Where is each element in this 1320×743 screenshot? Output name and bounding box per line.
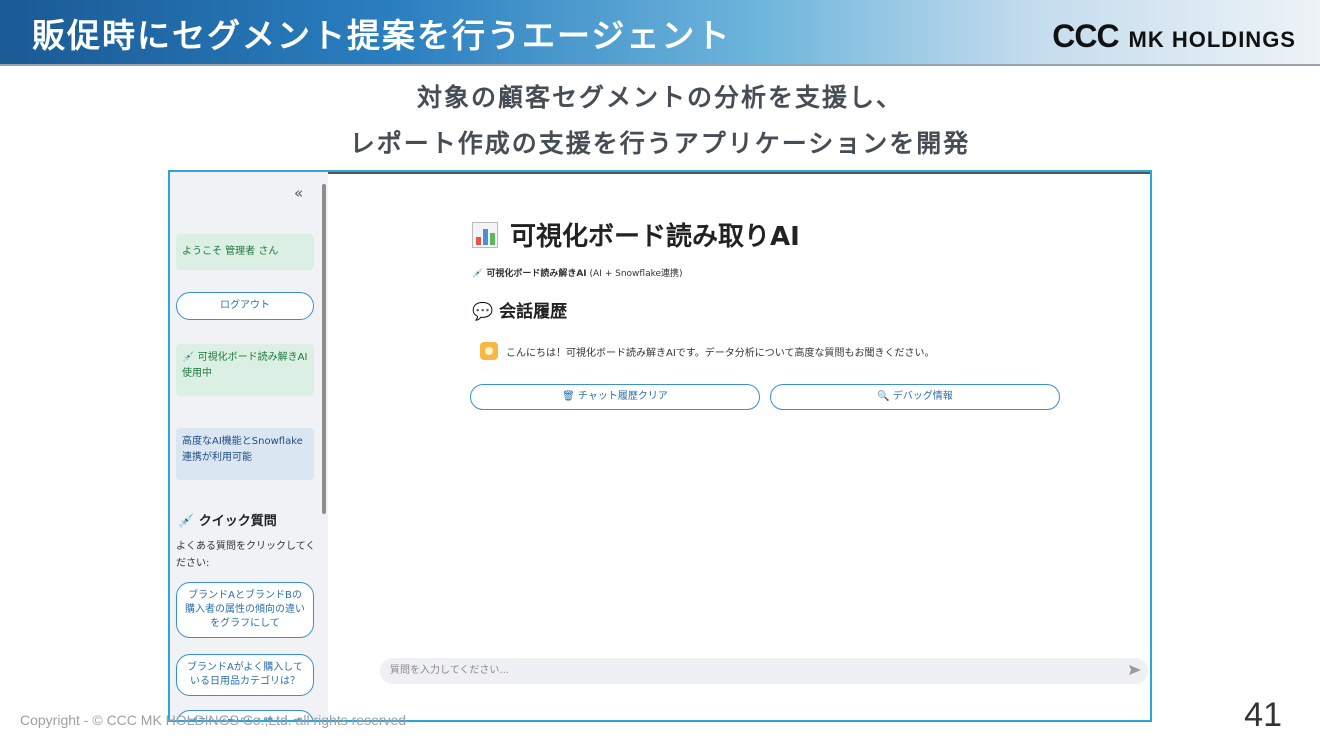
- page-number: 41: [1244, 696, 1282, 734]
- sidebar: « ようこそ 管理者 さん ログアウト 💉 可視化ボード読み解きAI使用中 高度…: [170, 172, 328, 720]
- bar-chart-icon: [472, 221, 498, 248]
- quick-question-button[interactable]: ブランドAとブランドBの購入者の属性の傾向の違いをグラフにして: [176, 582, 314, 638]
- history-heading: 💬 会話履歴: [472, 297, 567, 322]
- logo-ccc-text: CCC: [1052, 18, 1119, 54]
- header-title: 販促時にセグメント提案を行うエージェント: [32, 16, 732, 55]
- collapse-sidebar-icon[interactable]: «: [294, 184, 303, 202]
- app-screenshot-frame: « ようこそ 管理者 さん ログアウト 💉 可視化ボード読み解きAI使用中 高度…: [168, 170, 1152, 722]
- sidebar-scrollbar[interactable]: [322, 184, 326, 514]
- welcome-message: ようこそ 管理者 さん: [176, 234, 314, 270]
- chat-message: こんにちは！可視化ボード読み解きAIです。データ分析について高度な質問もお聞きく…: [480, 342, 935, 360]
- subtitle-line-1: 対象の顧客セグメントの分析を支援し、: [416, 83, 903, 112]
- app-subtitle: 💉 可視化ボード読み解きAI (AI + Snowflake連携): [472, 266, 683, 279]
- copyright-footer: Copyright - © CCC MK HOLDINGS Co.,Ltd. a…: [20, 712, 407, 728]
- quick-questions-title: 💉 クイック質問: [178, 514, 277, 529]
- quick-questions-description: よくある質問をクリックしてください:: [176, 541, 316, 569]
- company-logo: CCC MK HOLDINGS: [1052, 18, 1296, 55]
- quick-question-button[interactable]: ブランドAがよく購入している日用品カテゴリは？: [176, 654, 314, 696]
- header-divider: [0, 64, 1320, 66]
- debug-info-button[interactable]: 🔍 デバッグ情報: [770, 384, 1060, 410]
- speech-bubble-icon: 💬: [472, 302, 494, 322]
- app-subtitle-rest: (AI + Snowflake連携): [589, 269, 683, 279]
- app-subtitle-bold: 💉 可視化ボード読み解きAI: [472, 269, 587, 279]
- app-title-text: 可視化ボード読み取りAI: [510, 222, 800, 252]
- send-icon[interactable]: [1128, 663, 1142, 677]
- history-heading-text: 会話履歴: [499, 302, 568, 322]
- clear-history-button[interactable]: 🗑 チャット履歴クリア: [470, 384, 760, 410]
- header-band: 販促時にセグメント提案を行うエージェント CCC MK HOLDINGS: [0, 0, 1320, 66]
- chat-message-text: こんにちは！可視化ボード読み解きAIです。データ分析について高度な質問もお聞きく…: [506, 347, 935, 359]
- status-features: 高度なAI機能とSnowflake連携が利用可能: [176, 428, 314, 480]
- logo-mk-text: MK HOLDINGS: [1128, 27, 1296, 52]
- bot-avatar-icon: [480, 342, 498, 360]
- status-in-use: 💉 可視化ボード読み解きAI使用中: [176, 344, 314, 396]
- slide: 販促時にセグメント提案を行うエージェント CCC MK HOLDINGS 対象の…: [0, 0, 1320, 743]
- logout-button[interactable]: ログアウト: [176, 292, 314, 320]
- app-title: 可視化ボード読み取りAI: [472, 216, 800, 253]
- chat-input[interactable]: 質問を入力してください...: [380, 658, 1148, 684]
- subtitle-line-2: レポート作成の支援を行うアプリケーションを開発: [349, 129, 971, 158]
- chat-input-placeholder: 質問を入力してください...: [390, 665, 509, 676]
